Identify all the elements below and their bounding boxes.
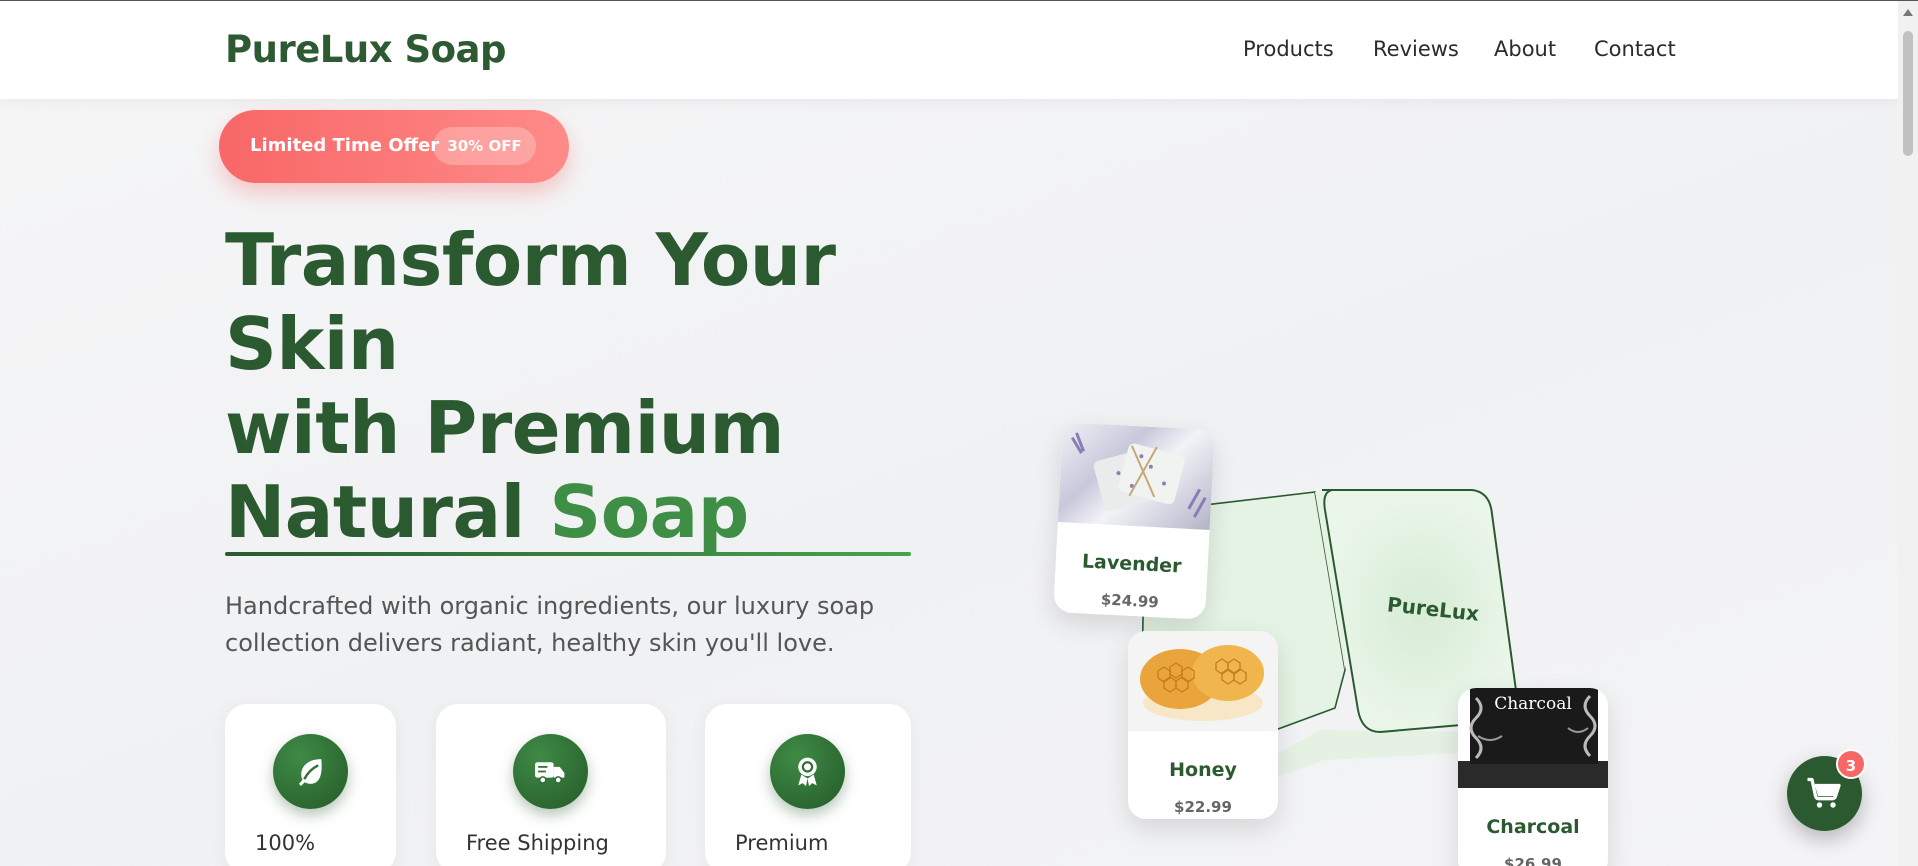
hero-title-natural: Natural: [225, 470, 550, 554]
offer-label: Limited Time Offer: [250, 135, 440, 156]
nav-link-reviews[interactable]: Reviews: [1373, 37, 1459, 61]
leaf-icon: [273, 734, 348, 809]
discount-badge: 30% OFF: [433, 127, 536, 165]
lavender-soap-image: [1057, 422, 1215, 530]
nav-link-about[interactable]: About: [1494, 37, 1556, 61]
hero-subtitle-line-1: Handcrafted with organic ingredients, ou…: [225, 592, 875, 620]
award-icon: [770, 734, 845, 809]
limited-offer-banner[interactable]: Limited Time Offer 30% OFF: [219, 110, 569, 183]
shopping-cart-icon: [1807, 777, 1841, 808]
product-price-lavender: $24.99: [1100, 590, 1160, 612]
truck-icon: [513, 734, 588, 809]
site-header: PureLux Soap Products Reviews About Cont…: [0, 1, 1898, 99]
feature-card-shipping: Free Shipping: [436, 704, 666, 866]
product-price-charcoal: $26.99: [1504, 855, 1562, 866]
hero-title-line-2: Skin: [225, 302, 399, 386]
product-card-honey[interactable]: Honey $22.99: [1128, 631, 1278, 819]
hero-title-line-1: Transform Your: [225, 218, 836, 302]
hero-title-line-3: with Premium: [225, 386, 785, 470]
hero-subtitle: Handcrafted with organic ingredients, ou…: [225, 588, 925, 662]
nav-link-contact[interactable]: Contact: [1594, 37, 1676, 61]
vertical-scrollbar[interactable]: [1898, 1, 1918, 866]
feature-card-premium: Premium: [705, 704, 911, 866]
product-card-lavender[interactable]: Lavender $24.99: [1053, 422, 1215, 620]
hero-title: Transform Your Skin with Premium Natural…: [225, 218, 945, 554]
feature-card-organic: 100%: [225, 704, 396, 866]
product-price-honey: $22.99: [1174, 798, 1232, 816]
cart-count-badge: 3: [1836, 749, 1866, 779]
hero-title-line-4: Natural Soap: [225, 470, 945, 554]
honey-soap-image: [1128, 631, 1278, 731]
feature-label-premium: Premium: [735, 831, 829, 855]
product-card-charcoal[interactable]: Charcoal Charcoal $26.99: [1458, 688, 1608, 866]
feature-label-organic: 100%: [255, 831, 316, 855]
hero-title-underline: [225, 552, 911, 556]
brand-logo[interactable]: PureLux Soap: [225, 28, 507, 71]
feature-label-shipping: Free Shipping: [466, 831, 609, 855]
scrollbar-thumb[interactable]: [1903, 31, 1913, 156]
product-name-honey: Honey: [1169, 759, 1237, 781]
scroll-up-arrow-icon[interactable]: [1903, 9, 1913, 16]
charcoal-soap-image: Charcoal: [1458, 688, 1608, 788]
nav-link-products[interactable]: Products: [1243, 37, 1334, 61]
hero-title-soap: Soap: [549, 470, 749, 554]
hero-subtitle-line-2: collection delivers radiant, healthy ski…: [225, 629, 835, 657]
charcoal-soap-label: Charcoal: [1494, 694, 1572, 714]
product-name-charcoal: Charcoal: [1486, 816, 1580, 838]
product-name-lavender: Lavender: [1081, 550, 1183, 578]
